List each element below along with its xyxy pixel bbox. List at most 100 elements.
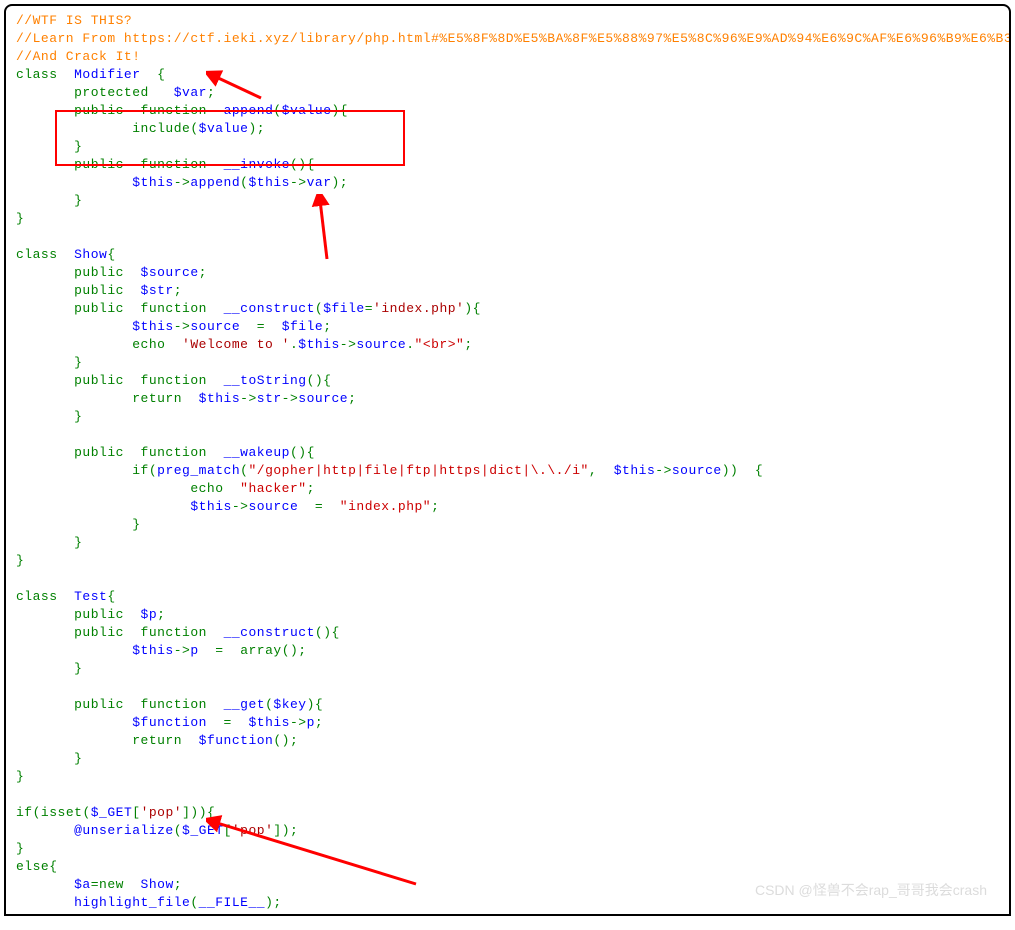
id-source: source	[672, 463, 722, 478]
punct: (	[33, 805, 41, 820]
kw-return: return	[132, 733, 182, 748]
fn-unserialize: @unserialize	[74, 823, 174, 838]
var-value: $value	[282, 103, 332, 118]
var-this: $this	[199, 391, 241, 406]
brace: {	[755, 463, 763, 478]
brace: }	[16, 841, 24, 856]
punct: .	[406, 337, 414, 352]
kw-function: function	[141, 445, 207, 460]
kw-class: class	[16, 589, 58, 604]
punct: ){	[307, 697, 324, 712]
var-function: $function	[199, 733, 274, 748]
id-modifier: Modifier	[74, 67, 140, 82]
punct: (	[273, 103, 281, 118]
punct: );	[248, 121, 265, 136]
var-var: $var	[174, 85, 207, 100]
punct: =	[315, 499, 323, 514]
kw-class: class	[16, 247, 58, 262]
kw-public: public	[74, 625, 124, 640]
punct: =	[215, 643, 223, 658]
kw-echo: echo	[132, 337, 165, 352]
punct: ;	[157, 607, 165, 622]
punct: ))	[722, 463, 739, 478]
arrow-op: ->	[240, 391, 257, 406]
arrow-op: ->	[290, 175, 307, 190]
brace: }	[16, 211, 24, 226]
id-source: source	[298, 391, 348, 406]
brace: {	[107, 247, 115, 262]
str-indexphp2: "index.php"	[340, 499, 431, 514]
punct: (){	[290, 445, 315, 460]
fn-construct: __construct	[224, 301, 315, 316]
var-this: $this	[614, 463, 656, 478]
brace: }	[74, 535, 82, 550]
kw-function: function	[141, 301, 207, 316]
kw-public: public	[74, 373, 124, 388]
punct: ){	[464, 301, 481, 316]
punct: ;	[431, 499, 439, 514]
fn-append: append	[190, 175, 240, 190]
fn-tostring: __toString	[224, 373, 307, 388]
kw-public: public	[74, 301, 124, 316]
punct: ;	[199, 265, 207, 280]
punct: ;	[323, 319, 331, 334]
brace: }	[16, 553, 24, 568]
punct: =	[91, 877, 99, 892]
id-str: str	[257, 391, 282, 406]
kw-new: new	[99, 877, 124, 892]
kw-if: if	[16, 805, 33, 820]
arrow-op: ->	[290, 715, 307, 730]
arrow-op: ->	[174, 175, 191, 190]
kw-function: function	[141, 697, 207, 712]
comment: //And Crack It!	[16, 49, 141, 64]
str-pop: 'pop'	[232, 823, 274, 838]
punct: [	[224, 823, 232, 838]
kw-public: public	[74, 265, 124, 280]
brace: }	[132, 517, 140, 532]
brace: }	[74, 751, 82, 766]
kw-protected: protected	[74, 85, 149, 100]
fn-append: append	[224, 103, 274, 118]
id-source: source	[190, 319, 240, 334]
fn-invoke: __invoke	[224, 157, 290, 172]
punct: ();	[282, 643, 307, 658]
punct: (){	[290, 157, 315, 172]
var-this: $this	[248, 715, 290, 730]
id-p: p	[190, 643, 198, 658]
arrow-op: ->	[232, 499, 249, 514]
punct: (	[82, 805, 90, 820]
punct: =	[365, 301, 373, 316]
var-get: $_GET	[91, 805, 133, 820]
var-this: $this	[132, 643, 174, 658]
kw-public: public	[74, 283, 124, 298]
punct: (	[190, 121, 198, 136]
kw-public: public	[74, 607, 124, 622]
str-regex: "/gopher|http|file|ftp|https|dict|\.\./i…	[248, 463, 588, 478]
punct: ){	[332, 103, 349, 118]
kw-function: function	[141, 373, 207, 388]
kw-echo: echo	[190, 481, 223, 496]
punct: (	[174, 823, 182, 838]
kw-function: function	[141, 157, 207, 172]
code-block: //WTF IS THIS? //Learn From https://ctf.…	[16, 12, 999, 916]
punct: (){	[315, 625, 340, 640]
punct: ;	[174, 283, 182, 298]
kw-else: else	[16, 859, 49, 874]
var-this: $this	[132, 319, 174, 334]
arrow-op: ->	[340, 337, 357, 352]
var-value: $value	[199, 121, 249, 136]
var-get: $_GET	[182, 823, 224, 838]
fn-pregmatch: preg_match	[157, 463, 240, 478]
brace: {	[107, 589, 115, 604]
var-this: $this	[132, 175, 174, 190]
punct: (	[190, 895, 198, 910]
const-file: __FILE__	[199, 895, 265, 910]
punct: ;	[315, 715, 323, 730]
code-viewer: //WTF IS THIS? //Learn From https://ctf.…	[4, 4, 1011, 916]
var-str: $str	[141, 283, 174, 298]
id-test: Test	[74, 589, 107, 604]
kw-isset: isset	[41, 805, 83, 820]
punct: ;	[464, 337, 472, 352]
punct: ;	[174, 877, 182, 892]
kw-public: public	[74, 697, 124, 712]
